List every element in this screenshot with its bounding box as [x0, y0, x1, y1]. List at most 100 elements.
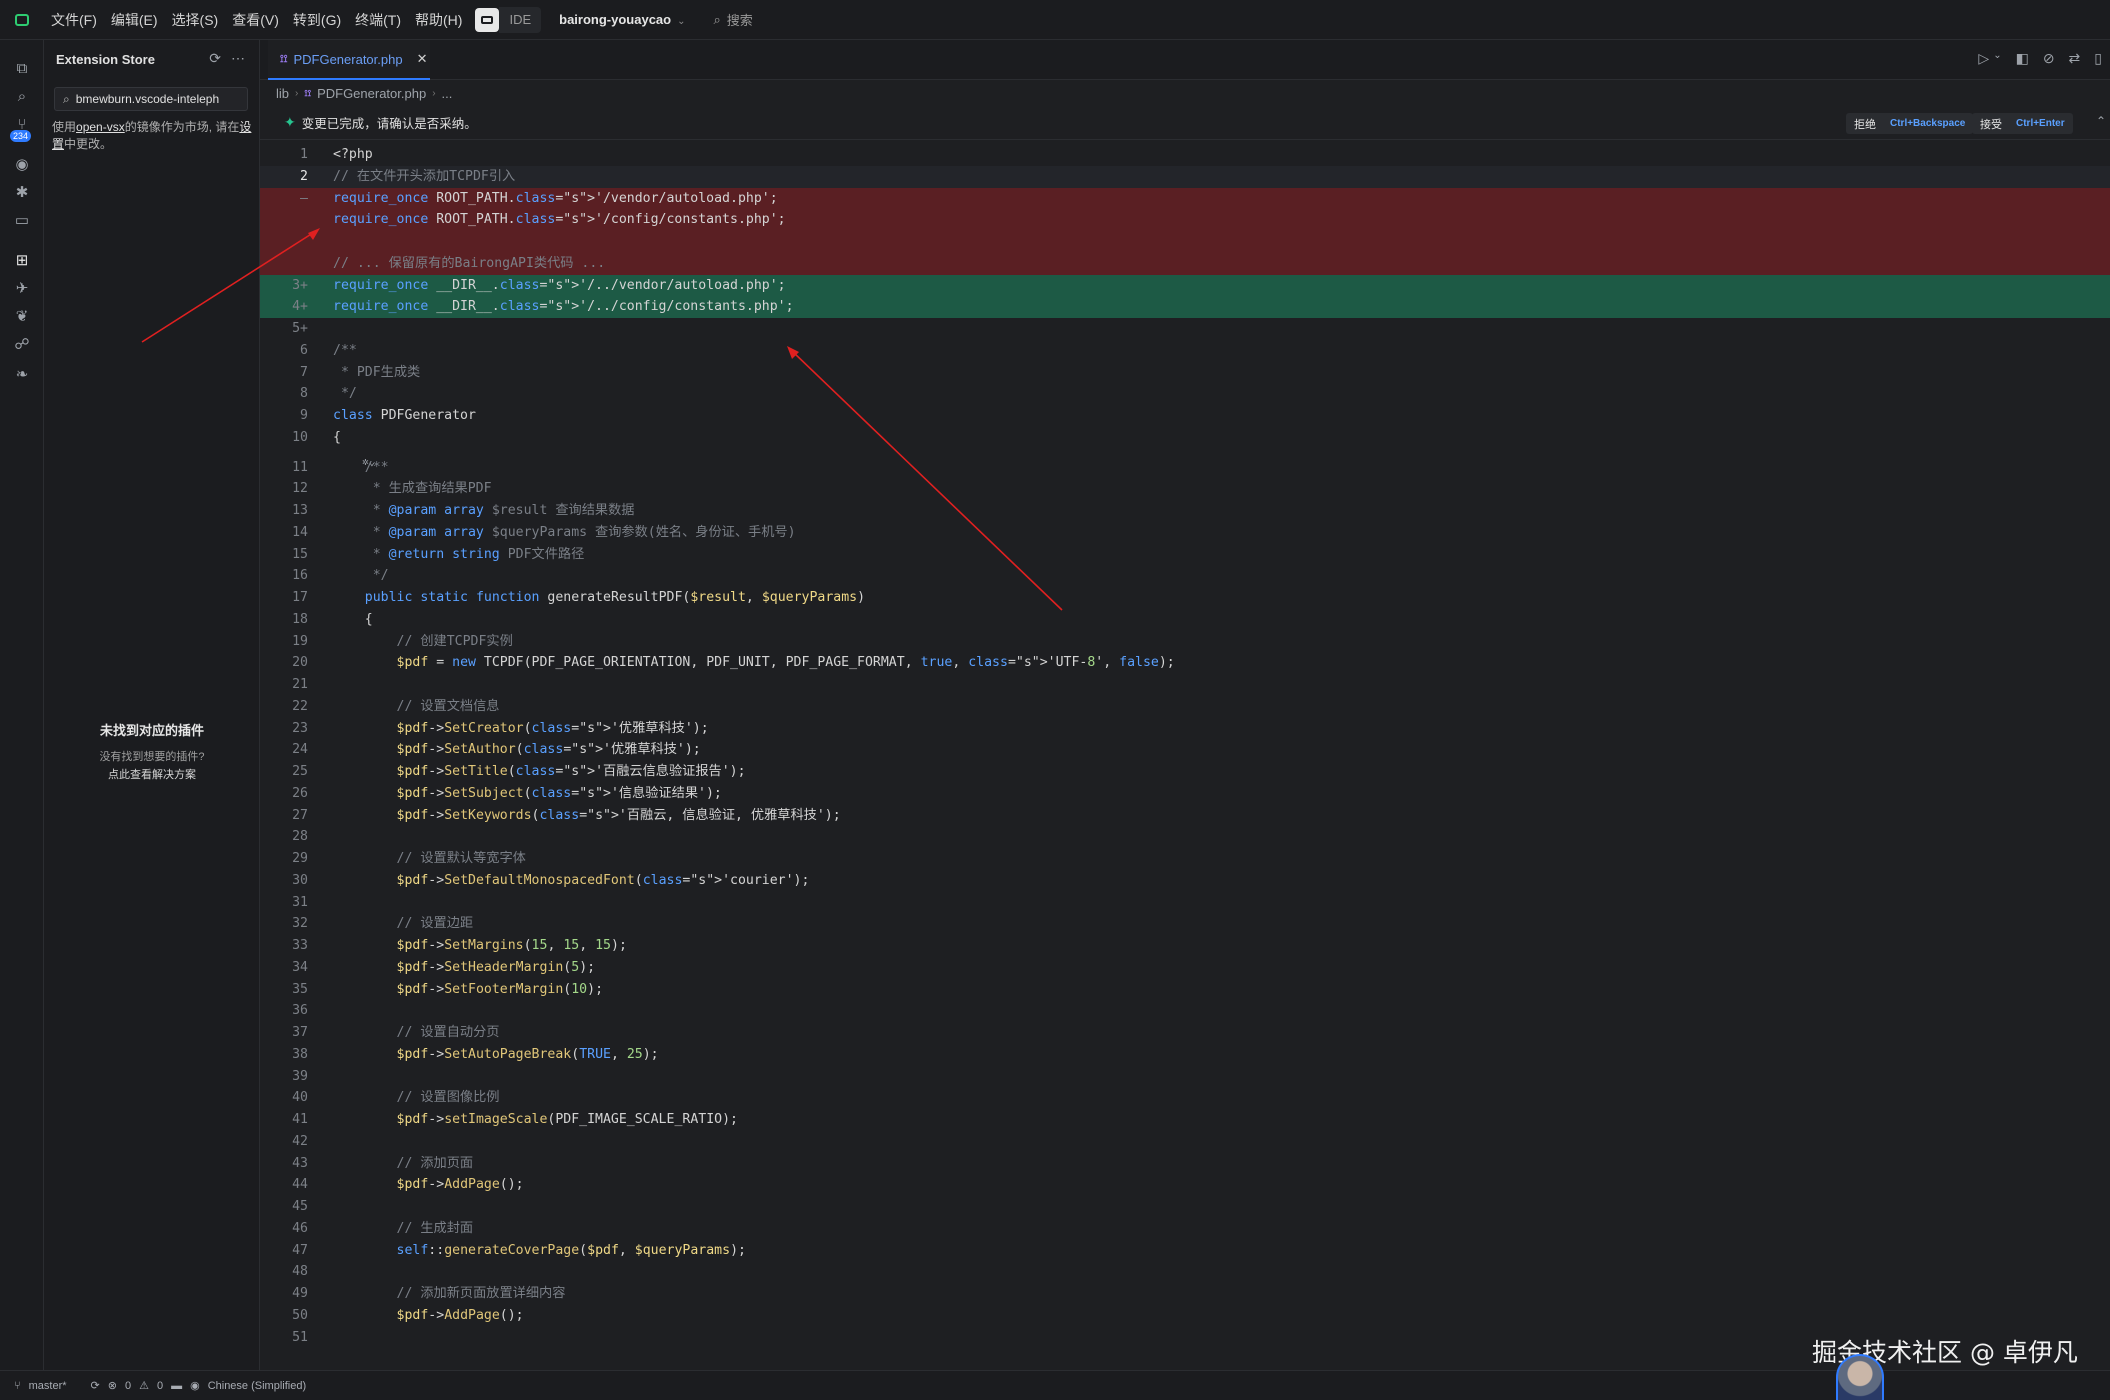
preview-icon[interactable]: ◧: [2016, 50, 2029, 67]
code-line[interactable]: 14 * @param array $queryParams 查询参数(姓名、身…: [260, 522, 2110, 544]
code-text[interactable]: // 在文件开头添加TCPDF引入: [333, 166, 515, 188]
open-vsx-link[interactable]: open-vsx: [76, 120, 125, 134]
menu-item[interactable]: 转到(G): [286, 0, 348, 40]
code-text[interactable]: {: [333, 609, 373, 631]
run-icon[interactable]: ▷: [1978, 50, 1989, 67]
chevron-down-icon[interactable]: ⌄: [1993, 50, 2001, 67]
top-search-label[interactable]: 搜索: [727, 10, 753, 29]
code-line[interactable]: // ... 保留原有的BairongAPI类代码 ...: [260, 252, 2110, 275]
code-line[interactable]: 39: [260, 1066, 2110, 1088]
eye-icon[interactable]: ◉: [12, 154, 32, 174]
code-text[interactable]: {: [333, 427, 341, 449]
code-text[interactable]: $pdf->SetSubject(class="s">'信息验证结果');: [333, 783, 722, 805]
workspace-name[interactable]: bairong-youaycao: [559, 12, 671, 27]
code-text[interactable]: // 添加页面: [333, 1153, 474, 1175]
code-text[interactable]: * @param array $queryParams 查询参数(姓名、身份证、…: [333, 522, 796, 544]
code-line[interactable]: 46 // 生成封面: [260, 1218, 2110, 1240]
plugin-a-icon[interactable]: ✈: [12, 278, 32, 298]
code-line[interactable]: 26 $pdf->SetSubject(class="s">'信息验证结果');: [260, 783, 2110, 805]
code-line[interactable]: 7 * PDF生成类: [260, 362, 2110, 384]
code-line[interactable]: 48: [260, 1261, 2110, 1283]
code-text[interactable]: $pdf->SetFooterMargin(10);: [333, 979, 603, 1001]
reject-button[interactable]: 拒绝 Ctrl+Backspace: [1846, 113, 1974, 134]
code-editor[interactable]: ✲⌄ 1 <?php 2// 在文件开头添加TCPDF引入 — require_once…: [260, 142, 2110, 1370]
remote-status-icon[interactable]: ▬: [171, 1380, 182, 1392]
code-line[interactable]: 9 class PDFGenerator: [260, 405, 2110, 427]
top-search[interactable]: ⌕ 搜索: [713, 10, 752, 29]
code-text[interactable]: $pdf->AddPage();: [333, 1174, 524, 1196]
menu-item[interactable]: 选择(S): [165, 0, 226, 40]
chevron-down-icon[interactable]: ⌄: [677, 16, 685, 27]
code-text[interactable]: // 设置自动分页: [333, 1022, 500, 1044]
branch-name[interactable]: master*: [29, 1380, 67, 1392]
split-editor-icon[interactable]: ▯: [2094, 50, 2102, 67]
code-line[interactable]: 24 $pdf->SetAuthor(class="s">'优雅草科技');: [260, 739, 2110, 761]
code-text[interactable]: $pdf->SetMargins(15, 15, 15);: [333, 935, 627, 957]
sync-icon[interactable]: ⟳: [91, 1379, 100, 1392]
code-text[interactable]: * 生成查询结果PDF: [333, 478, 492, 500]
extensions-icon[interactable]: ⊞: [12, 250, 32, 270]
code-text[interactable]: $pdf = new TCPDF(PDF_PAGE_ORIENTATION, P…: [333, 652, 1175, 674]
code-text[interactable]: // 设置边距: [333, 913, 474, 935]
debug-icon[interactable]: ✱: [12, 182, 32, 202]
code-line[interactable]: 50 $pdf->AddPage();: [260, 1305, 2110, 1327]
breadcrumb-more[interactable]: ...: [442, 86, 453, 101]
code-line[interactable]: require_once ROOT_PATH.class="s">'/confi…: [260, 209, 2110, 232]
code-line[interactable]: 41 $pdf->setImageScale(PDF_IMAGE_SCALE_R…: [260, 1109, 2110, 1131]
code-text[interactable]: // 设置图像比例: [333, 1087, 500, 1109]
workspace-selector[interactable]: bairong-youaycao ⌄: [559, 12, 685, 27]
code-line[interactable]: 16 */: [260, 565, 2110, 587]
code-line[interactable]: 28: [260, 826, 2110, 848]
code-text[interactable]: require_once ROOT_PATH.class="s">'/vendo…: [333, 188, 778, 210]
menu-item[interactable]: 文件(F): [44, 0, 104, 40]
code-line[interactable]: 4+ require_once __DIR__.class="s">'/../co…: [260, 296, 2110, 319]
error-count[interactable]: 0: [125, 1380, 131, 1392]
compare-icon[interactable]: ⇄: [2069, 50, 2081, 67]
extension-search-input[interactable]: [75, 92, 236, 106]
menu-item[interactable]: 查看(V): [225, 0, 286, 40]
code-text[interactable]: $pdf->SetAuthor(class="s">'优雅草科技');: [333, 739, 701, 761]
code-line[interactable]: 40 // 设置图像比例: [260, 1087, 2110, 1109]
code-line[interactable]: 29 // 设置默认等宽字体: [260, 848, 2110, 870]
chevron-up-icon[interactable]: ⌃: [2096, 114, 2106, 128]
code-text[interactable]: // 创建TCPDF实例: [333, 631, 513, 653]
code-line[interactable]: 19 // 创建TCPDF实例: [260, 631, 2110, 653]
code-line[interactable]: 34 $pdf->SetHeaderMargin(5);: [260, 957, 2110, 979]
code-text[interactable]: * @param array $result 查询结果数据: [333, 500, 635, 522]
code-line[interactable]: 18 {: [260, 609, 2110, 631]
code-line[interactable]: 31: [260, 892, 2110, 914]
code-text[interactable]: $pdf->SetCreator(class="s">'优雅草科技');: [333, 718, 709, 740]
explorer-icon[interactable]: ⧉: [12, 58, 32, 78]
code-text[interactable]: // ... 保留原有的BairongAPI类代码 ...: [333, 253, 605, 275]
code-text[interactable]: $pdf->SetTitle(class="s">'百融云信息验证报告');: [333, 761, 746, 783]
breadcrumb-folder[interactable]: lib: [276, 86, 289, 101]
code-line[interactable]: 33 $pdf->SetMargins(15, 15, 15);: [260, 935, 2110, 957]
code-line[interactable]: 2 // 在文件开头添加TCPDF引入: [260, 165, 2110, 188]
code-text[interactable]: $pdf->AddPage();: [333, 1305, 524, 1327]
code-text[interactable]: * @return string PDF文件路径: [333, 544, 585, 566]
code-line[interactable]: 42: [260, 1131, 2110, 1153]
ide-label[interactable]: IDE: [499, 6, 542, 33]
accept-label[interactable]: 接受: [1980, 116, 2002, 132]
menu-item[interactable]: 终端(T): [348, 0, 408, 40]
eye-icon[interactable]: ◉: [190, 1379, 200, 1392]
code-line[interactable]: 13 * @param array $result 查询结果数据: [260, 500, 2110, 522]
plugin-b-icon[interactable]: ❦: [12, 306, 32, 326]
code-line[interactable]: 1 <?php: [260, 144, 2110, 166]
code-text[interactable]: class PDFGenerator: [333, 405, 476, 427]
code-text[interactable]: // 设置文档信息: [333, 696, 500, 718]
code-line[interactable]: 17 public static function generateResult…: [260, 587, 2110, 609]
extension-search[interactable]: ⌕: [54, 87, 248, 111]
code-text[interactable]: // 设置默认等宽字体: [333, 848, 526, 870]
code-line[interactable]: 10 {: [260, 427, 2110, 449]
menu-item[interactable]: 帮助(H): [408, 0, 469, 40]
code-text[interactable]: $pdf->SetAutoPageBreak(TRUE, 25);: [333, 1044, 659, 1066]
ide-toggle[interactable]: IDE: [475, 6, 542, 33]
refresh-icon[interactable]: ⟳: [209, 50, 221, 67]
code-text[interactable]: * PDF生成类: [333, 362, 420, 384]
code-text[interactable]: $pdf->SetKeywords(class="s">'百融云, 信息验证, …: [333, 805, 841, 827]
code-line[interactable]: 38 $pdf->SetAutoPageBreak(TRUE, 25);: [260, 1044, 2110, 1066]
code-text[interactable]: */: [333, 383, 357, 405]
code-text[interactable]: $pdf->SetDefaultMonospacedFont(class="s"…: [333, 870, 810, 892]
menu-item[interactable]: 编辑(E): [104, 0, 165, 40]
